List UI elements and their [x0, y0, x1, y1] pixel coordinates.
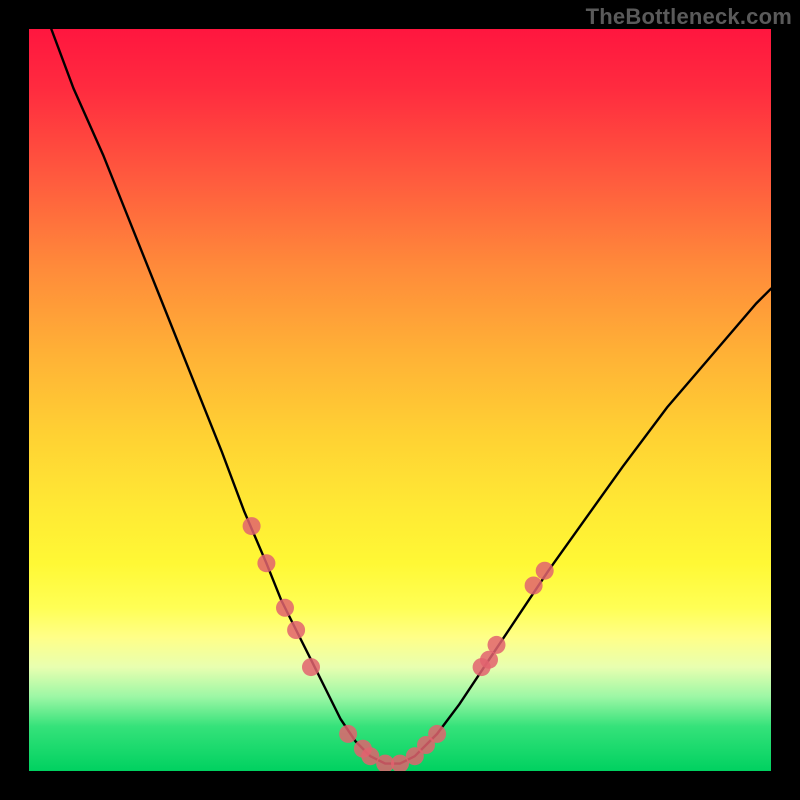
- marker-dot: [525, 577, 543, 595]
- marker-dot: [428, 725, 446, 743]
- chart-svg: [29, 29, 771, 771]
- marker-dot: [339, 725, 357, 743]
- watermark-text: TheBottleneck.com: [586, 4, 792, 30]
- marker-dot: [243, 517, 261, 535]
- highlight-markers: [243, 517, 554, 771]
- bottleneck-curve: [51, 29, 771, 764]
- marker-dot: [536, 562, 554, 580]
- marker-dot: [276, 599, 294, 617]
- marker-dot: [287, 621, 305, 639]
- marker-dot: [488, 636, 506, 654]
- marker-dot: [257, 554, 275, 572]
- marker-dot: [302, 658, 320, 676]
